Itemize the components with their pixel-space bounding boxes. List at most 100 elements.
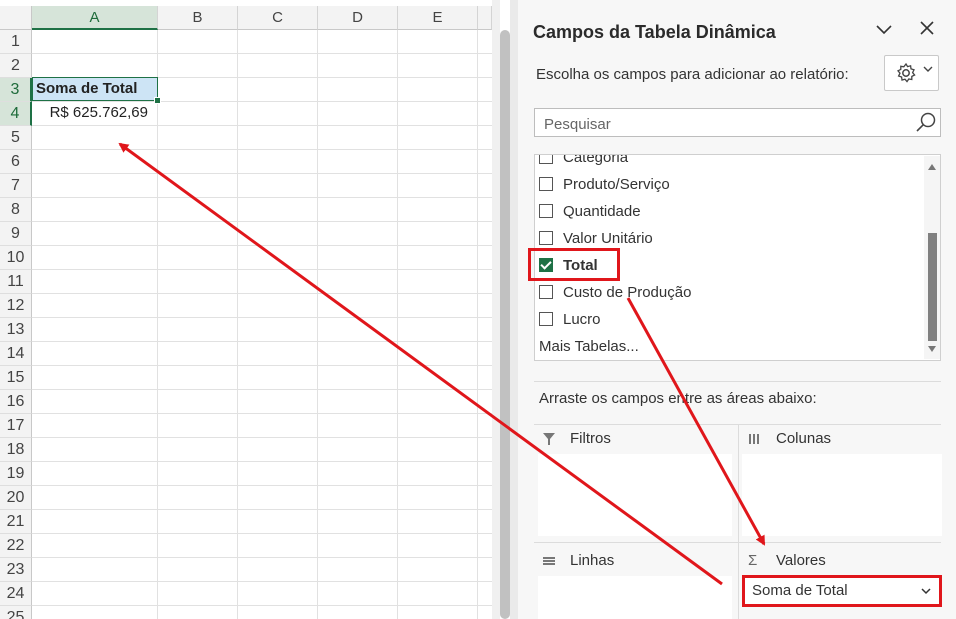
row-header[interactable]: 13 — [0, 318, 32, 342]
row-header[interactable]: 16 — [0, 390, 32, 414]
row-header[interactable]: 20 — [0, 486, 32, 510]
row-header[interactable]: 12 — [0, 294, 32, 318]
checkbox[interactable] — [539, 285, 553, 299]
checkbox[interactable] — [539, 231, 553, 245]
gridline — [32, 605, 492, 606]
select-all-corner[interactable] — [0, 6, 32, 30]
row-header[interactable]: 18 — [0, 438, 32, 462]
sheet-scroll-track[interactable] — [492, 0, 500, 619]
row-header[interactable]: 8 — [0, 198, 32, 222]
gridline — [32, 437, 492, 438]
columns-drop-zone[interactable] — [742, 454, 942, 536]
column-header-e[interactable]: E — [398, 6, 478, 30]
gridline — [32, 125, 492, 126]
row-header[interactable]: 2 — [0, 54, 32, 78]
row-header[interactable]: 17 — [0, 414, 32, 438]
sigma-icon: Σ — [748, 552, 758, 569]
columns-area-header: Colunas — [748, 426, 938, 452]
column-header-f[interactable] — [478, 6, 492, 30]
choose-fields-label: Escolha os campos para adicionar ao rela… — [536, 66, 849, 83]
row-header[interactable]: 9 — [0, 222, 32, 246]
rows-icon — [543, 557, 555, 565]
more-tables-link[interactable]: Mais Tabelas... — [539, 338, 639, 355]
row-header[interactable]: 24 — [0, 582, 32, 606]
search-icon[interactable] — [915, 111, 937, 133]
gridline — [32, 581, 492, 582]
row-header[interactable]: 6 — [0, 150, 32, 174]
separator — [534, 381, 941, 382]
row-header[interactable]: 14 — [0, 342, 32, 366]
gridline — [32, 533, 492, 534]
pane-divider[interactable] — [510, 0, 518, 619]
area-divider — [738, 424, 739, 619]
gridline — [32, 293, 492, 294]
gridline — [32, 197, 492, 198]
settings-button[interactable] — [884, 55, 939, 91]
gridline — [32, 245, 492, 246]
gridline — [32, 461, 492, 462]
row-header[interactable]: 15 — [0, 366, 32, 390]
chevron-down-icon[interactable] — [875, 20, 893, 38]
filters-area-header: Filtros — [542, 426, 732, 452]
column-header-a[interactable]: A — [32, 6, 158, 30]
chevron-down-icon[interactable] — [921, 587, 931, 595]
row-header[interactable]: 3 — [0, 78, 32, 102]
search-input[interactable] — [542, 113, 906, 135]
filters-drop-zone[interactable] — [538, 454, 732, 536]
gear-icon — [896, 62, 916, 83]
sheet-scrollbar-thumb[interactable] — [500, 30, 510, 619]
field-list-scroll-thumb[interactable] — [928, 233, 937, 341]
checkbox[interactable] — [539, 177, 553, 191]
drag-fields-label: Arraste os campos entre as áreas abaixo: — [539, 390, 817, 407]
values-field-soma-de-total[interactable]: Soma de Total — [742, 575, 942, 607]
checkbox[interactable] — [539, 204, 553, 218]
gridline — [397, 30, 398, 619]
gridline — [317, 30, 318, 619]
row-header[interactable]: 11 — [0, 270, 32, 294]
pane-title: Campos da Tabela Dinâmica — [533, 22, 776, 42]
row-header[interactable]: 1 — [0, 30, 32, 54]
gridline — [32, 413, 492, 414]
gridline — [32, 149, 492, 150]
columns-icon — [749, 434, 759, 444]
gridline — [32, 269, 492, 270]
row-header[interactable]: 19 — [0, 462, 32, 486]
rows-drop-zone[interactable] — [538, 576, 732, 619]
row-header[interactable]: 4 — [0, 102, 32, 126]
gridline — [32, 173, 492, 174]
scroll-up-icon[interactable] — [927, 163, 937, 171]
gridline — [32, 389, 492, 390]
cell-a4-pivot-value[interactable]: R$ 625.762,69 — [32, 101, 158, 125]
checkbox[interactable] — [539, 155, 553, 164]
gridline — [32, 485, 492, 486]
row-header[interactable]: 25 — [0, 606, 32, 619]
chevron-down-icon — [923, 66, 933, 72]
area-divider — [534, 542, 941, 543]
spreadsheet-grid: A B C D E 1 2 3 4 5 6 7 8 9 10 11 12 13 14 15 16 17 18 19 2… — [0, 0, 500, 619]
gridline — [237, 30, 238, 619]
rows-area-header: Linhas — [542, 548, 732, 574]
gridline — [32, 509, 492, 510]
scroll-down-icon[interactable] — [927, 345, 937, 353]
checkbox[interactable] — [539, 312, 553, 326]
column-header-d[interactable]: D — [318, 6, 398, 30]
column-header-b[interactable]: B — [158, 6, 238, 30]
search-box[interactable] — [534, 108, 941, 137]
row-header[interactable]: 22 — [0, 534, 32, 558]
gridline — [32, 53, 492, 54]
gridline — [32, 317, 492, 318]
row-header[interactable]: 10 — [0, 246, 32, 270]
row-header[interactable]: 21 — [0, 510, 32, 534]
gridline — [32, 221, 492, 222]
values-area-header: Σ Valores — [748, 548, 938, 574]
row-header[interactable]: 7 — [0, 174, 32, 198]
total-field-highlight — [528, 248, 620, 281]
close-icon[interactable] — [918, 19, 936, 37]
gridline — [32, 557, 492, 558]
filter-icon — [543, 433, 555, 445]
cell-a3-pivot-header[interactable]: Soma de Total — [32, 77, 161, 104]
row-header[interactable]: 5 — [0, 126, 32, 150]
gridline — [477, 30, 478, 619]
row-header[interactable]: 23 — [0, 558, 32, 582]
column-header-c[interactable]: C — [238, 6, 318, 30]
